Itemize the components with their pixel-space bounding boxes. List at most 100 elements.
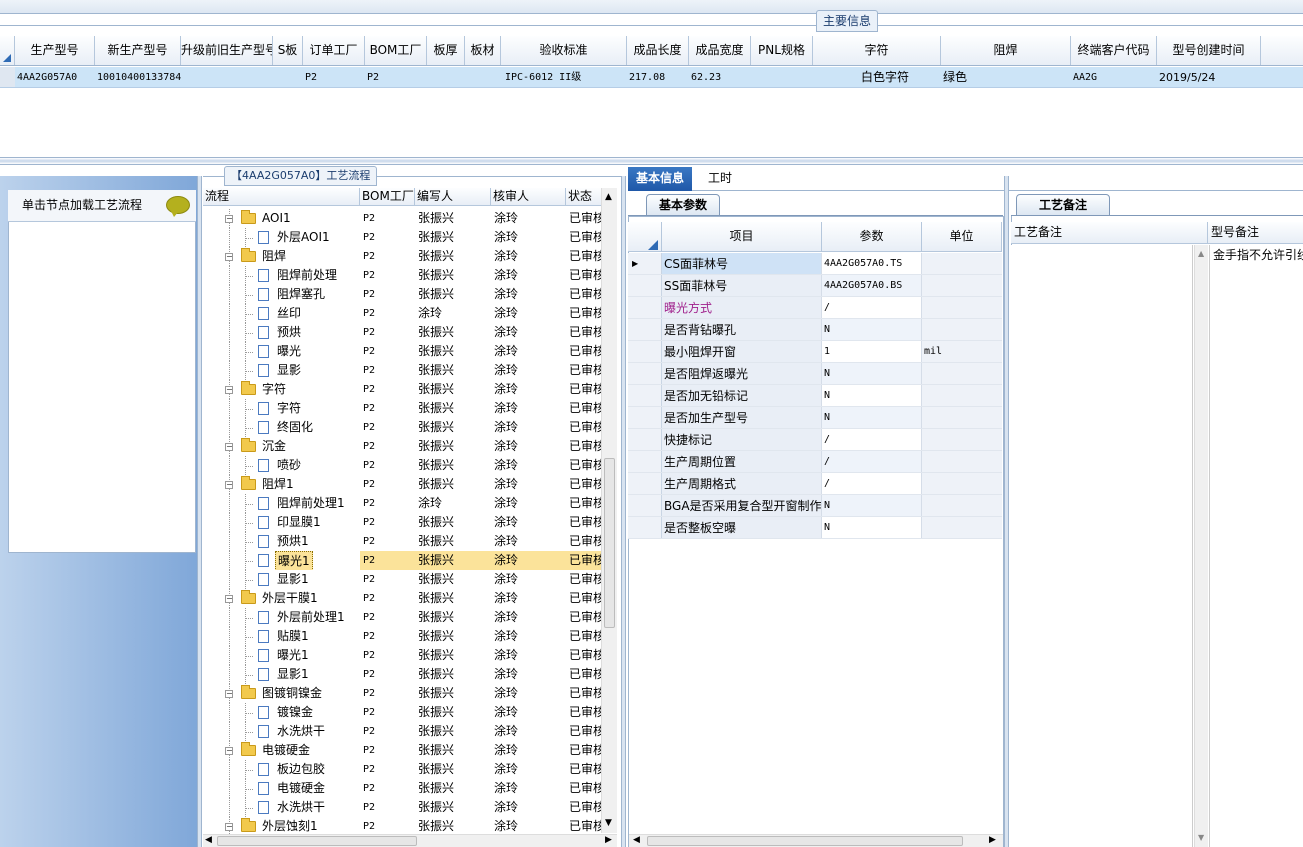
tree-node[interactable]: 丝印 — [203, 304, 360, 323]
vertical-splitter-left[interactable] — [197, 176, 202, 847]
tree-row[interactable]: 丝印 P2 涂玲 涂玲 已审核 — [203, 304, 601, 323]
param-row[interactable]: 是否背钻曝孔 N — [628, 319, 1002, 341]
tab-basic-params[interactable]: 基本参数 — [646, 194, 721, 216]
tree-row[interactable]: − 阻焊1 P2 张振兴 涂玲 已审核 — [203, 475, 601, 494]
main-cell[interactable] — [273, 67, 303, 87]
tree-row[interactable]: 曝光1 P2 张振兴 涂玲 已审核 — [203, 646, 601, 665]
tree-node[interactable]: 喷砂 — [203, 456, 360, 475]
param-value[interactable]: N — [822, 363, 922, 384]
tree-row[interactable]: 镀镍金 P2 张振兴 涂玲 已审核 — [203, 703, 601, 722]
tree-node[interactable]: 阻焊前处理1 — [203, 494, 360, 513]
main-cell[interactable]: 62.23 — [689, 67, 751, 87]
tab-work-hours[interactable]: 工时 — [700, 167, 740, 191]
param-value[interactable]: / — [822, 451, 922, 472]
model-remarks-textarea[interactable]: 金手指不允许引线 — [1209, 245, 1303, 847]
tree-node[interactable]: 外层前处理1 — [203, 608, 360, 627]
param-value[interactable]: N — [822, 407, 922, 428]
param-row[interactable]: 是否阻焊返曝光 N — [628, 363, 1002, 385]
main-col-header[interactable]: 新生产型号 — [95, 36, 181, 65]
param-row[interactable]: BGA是否采用复合型开窗制作 N — [628, 495, 1002, 517]
param-row[interactable]: 最小阻焊开窗 1 mil — [628, 341, 1002, 363]
main-col-header[interactable]: 终端客户代码 — [1071, 36, 1157, 65]
main-cell[interactable]: P2 — [303, 67, 365, 87]
main-cell[interactable] — [751, 67, 813, 87]
tree-row[interactable]: 板边包胶 P2 张振兴 涂玲 已审核 — [203, 760, 601, 779]
main-cell[interactable]: 217.08 — [627, 67, 689, 87]
tree-node[interactable]: − 阻焊1 — [203, 475, 360, 494]
tree-node[interactable]: − 阻焊 — [203, 247, 360, 266]
params-horizontal-scrollbar[interactable]: ◀ ▶ — [629, 834, 1003, 847]
tree-row[interactable]: − 沉金 P2 张振兴 涂玲 已审核 — [203, 437, 601, 456]
tree-node[interactable]: − 沉金 — [203, 437, 360, 456]
main-col-header[interactable]: PNL规格 — [751, 36, 813, 65]
params-col-header[interactable]: 单位 — [922, 222, 1002, 251]
tree-node[interactable]: 显影1 — [203, 665, 360, 684]
tree-node[interactable]: 显影 — [203, 361, 360, 380]
scroll-up-arrow-icon[interactable]: ▲ — [1198, 249, 1204, 258]
main-cell[interactable]: P2 — [365, 67, 427, 87]
param-row[interactable]: 生产周期格式 / — [628, 473, 1002, 495]
tree-node[interactable]: − 图镀铜镍金 — [203, 684, 360, 703]
param-value[interactable]: / — [822, 473, 922, 494]
tree-row[interactable]: 外层AOI1 P2 张振兴 涂玲 已审核 — [203, 228, 601, 247]
tree-row[interactable]: 显影 P2 张振兴 涂玲 已审核 — [203, 361, 601, 380]
main-col-header[interactable]: 成品宽度 — [689, 36, 751, 65]
tree-node[interactable]: 板边包胶 — [203, 760, 360, 779]
tree-node[interactable]: 电镀硬金 — [203, 779, 360, 798]
tree-row[interactable]: 阻焊塞孔 P2 张振兴 涂玲 已审核 — [203, 285, 601, 304]
collapse-toggle-icon[interactable]: − — [225, 253, 233, 261]
remarks-scrollbar[interactable]: ▲ ▼ — [1194, 245, 1208, 847]
tree-row[interactable]: 曝光 P2 张振兴 涂玲 已审核 — [203, 342, 601, 361]
scroll-down-arrow-icon[interactable]: ▼ — [605, 818, 612, 828]
param-unit[interactable] — [922, 473, 1002, 494]
scroll-right-arrow-icon[interactable]: ▶ — [605, 835, 612, 845]
param-unit[interactable] — [922, 407, 1002, 428]
collapse-toggle-icon[interactable]: − — [225, 215, 233, 223]
vertical-splitter-right[interactable] — [1004, 176, 1009, 847]
scroll-left-arrow-icon[interactable]: ◀ — [205, 835, 212, 845]
tree-node[interactable]: 字符 — [203, 399, 360, 418]
tree-node[interactable]: 预烘1 — [203, 532, 360, 551]
tree-node[interactable]: 曝光1 — [203, 551, 360, 570]
param-unit[interactable] — [922, 363, 1002, 384]
main-col-header[interactable]: 型号创建时间 — [1157, 36, 1261, 65]
collapse-toggle-icon[interactable]: − — [225, 747, 233, 755]
tree-row[interactable]: 外层前处理1 P2 张振兴 涂玲 已审核 — [203, 608, 601, 627]
collapse-toggle-icon[interactable]: − — [225, 595, 233, 603]
main-cell[interactable]: AA2G — [1071, 67, 1157, 87]
tree-node[interactable]: − 电镀硬金 — [203, 741, 360, 760]
param-row[interactable]: 生产周期位置 / — [628, 451, 1002, 473]
tree-row[interactable]: − 字符 P2 张振兴 涂玲 已审核 — [203, 380, 601, 399]
param-row[interactable]: 是否整板空曝 N — [628, 517, 1002, 539]
tree-row[interactable]: 水洗烘干 P2 张振兴 涂玲 已审核 — [203, 722, 601, 741]
main-cell[interactable] — [427, 67, 465, 87]
param-value[interactable]: / — [822, 429, 922, 450]
tree-col-header[interactable]: 核审人 — [491, 188, 566, 205]
tree-hscroll-thumb[interactable] — [217, 836, 417, 846]
process-remarks-textarea[interactable] — [1011, 245, 1193, 847]
param-unit[interactable] — [922, 385, 1002, 406]
collapse-toggle-icon[interactable]: − — [225, 690, 233, 698]
params-col-header[interactable]: 参数 — [822, 222, 922, 251]
tree-node[interactable]: 外层AOI1 — [203, 228, 360, 247]
params-hscroll-thumb[interactable] — [647, 836, 963, 846]
main-col-header[interactable]: S板 — [273, 36, 303, 65]
vertical-splitter-mid[interactable] — [621, 176, 626, 847]
speech-bubble-icon[interactable] — [166, 196, 190, 217]
main-cell[interactable] — [465, 67, 501, 87]
scroll-left-arrow-icon[interactable]: ◀ — [633, 835, 640, 845]
tree-vertical-scrollbar[interactable]: ▲ ▼ — [601, 188, 617, 833]
param-row[interactable]: 是否加生产型号 N — [628, 407, 1002, 429]
tree-row[interactable]: 阻焊前处理 P2 张振兴 涂玲 已审核 — [203, 266, 601, 285]
tab-basic-info[interactable]: 基本信息 — [628, 167, 692, 191]
main-col-header[interactable]: 阻焊 — [941, 36, 1071, 65]
tree-node[interactable]: 水洗烘干 — [203, 798, 360, 817]
param-unit[interactable] — [922, 297, 1002, 318]
main-cell[interactable]: 10010400133784 — [95, 67, 181, 87]
param-unit[interactable] — [922, 429, 1002, 450]
tree-row[interactable]: 贴膜1 P2 张振兴 涂玲 已审核 — [203, 627, 601, 646]
main-cell[interactable]: 绿色 — [941, 67, 1071, 87]
tree-node[interactable]: 预烘 — [203, 323, 360, 342]
tree-row[interactable]: 水洗烘干 P2 张振兴 涂玲 已审核 — [203, 798, 601, 817]
param-row[interactable]: 曝光方式 / — [628, 297, 1002, 319]
